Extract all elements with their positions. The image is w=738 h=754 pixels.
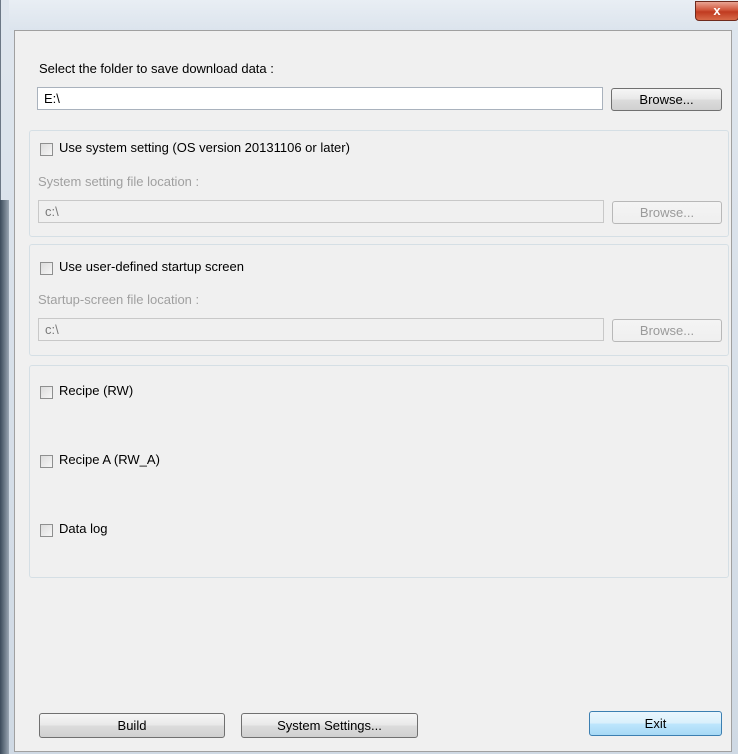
build-button[interactable]: Build xyxy=(39,713,225,738)
startup-screen-file-label: Startup-screen file location : xyxy=(38,292,200,307)
system-setting-group: Use system setting (OS version 20131106 … xyxy=(29,130,729,237)
title-bar[interactable]: x xyxy=(9,0,738,30)
close-icon: x xyxy=(713,3,721,18)
startup-screen-checkbox-label[interactable]: Use user-defined startup screen xyxy=(59,259,244,274)
download-folder-input[interactable]: E:\ xyxy=(37,87,603,110)
option-checkbox-recipe-a[interactable] xyxy=(40,455,53,468)
option-label-recipe-a[interactable]: Recipe A (RW_A) xyxy=(59,452,160,467)
system-setting-file-input[interactable]: c:\ xyxy=(38,200,604,223)
startup-screen-checkbox[interactable] xyxy=(40,262,53,275)
window-left-edge xyxy=(0,200,9,754)
system-setting-browse-button[interactable]: Browse... xyxy=(612,201,722,224)
option-checkbox-recipe[interactable] xyxy=(40,386,53,399)
download-folder-label: Select the folder to save download data … xyxy=(39,61,274,76)
option-checkbox-data-log[interactable] xyxy=(40,524,53,537)
system-settings-button[interactable]: System Settings... xyxy=(241,713,418,738)
system-setting-file-label: System setting file location : xyxy=(38,174,200,189)
option-label-recipe[interactable]: Recipe (RW) xyxy=(59,383,133,398)
download-browse-button[interactable]: Browse... xyxy=(611,88,722,111)
startup-screen-file-input[interactable]: c:\ xyxy=(38,318,604,341)
option-label-data-log[interactable]: Data log xyxy=(59,521,107,536)
system-setting-checkbox[interactable] xyxy=(40,143,53,156)
close-button[interactable]: x xyxy=(695,1,738,21)
dialog-client-area: Select the folder to save download data … xyxy=(14,30,732,752)
exit-button[interactable]: Exit xyxy=(589,711,722,736)
system-setting-checkbox-label[interactable]: Use system setting (OS version 20131106 … xyxy=(59,140,350,155)
data-options-group: Recipe (RW) Recipe A (RW_A) Data log xyxy=(29,365,729,578)
startup-screen-group: Use user-defined startup screen Startup-… xyxy=(29,244,729,356)
startup-screen-browse-button[interactable]: Browse... xyxy=(612,319,722,342)
